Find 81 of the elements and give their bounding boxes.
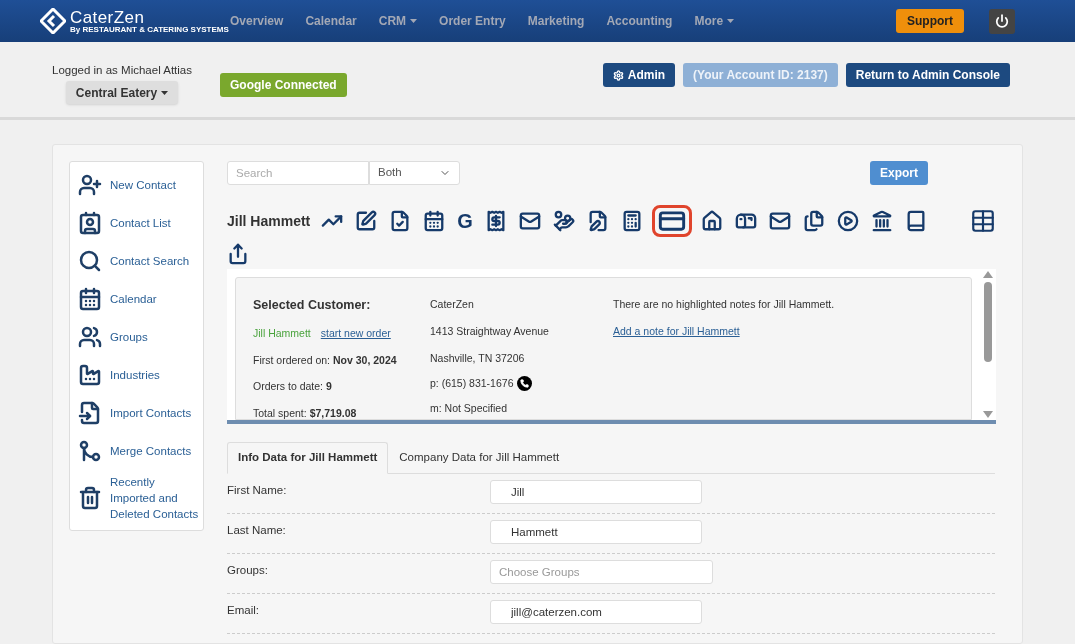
new-order-link[interactable]: start new order [320,325,391,342]
nav-link[interactable]: Calendar [305,12,357,30]
power-button[interactable] [989,8,1015,34]
logo-icon [40,8,66,34]
people-icon [78,324,102,349]
play-icon [836,210,859,232]
sidebar-item[interactable]: Calendar [78,284,199,313]
input-field[interactable]: jill@caterzen.com [490,600,702,624]
table-icon [970,208,996,234]
sidebar-item[interactable]: Recently Imported and Deleted Contacts [78,474,199,522]
field-label: Email: [227,603,260,618]
search-icon [78,248,102,273]
toolbar-button[interactable] [651,205,692,237]
brand-name: CaterZen [70,8,146,26]
share-icon [227,243,249,265]
field-label: Last Name: [227,523,287,538]
envelope-icon [518,210,541,232]
nav-link[interactable]: More [694,12,735,30]
field-label: Groups: [227,563,269,578]
sidebar-item[interactable]: Contact Search [78,246,199,275]
scrollbar-thumb[interactable] [984,282,992,362]
documents-icon [802,210,825,232]
nav-link[interactable]: Order Entry [439,12,506,30]
import-icon [78,400,102,425]
summary-stat: Total spent: $7,719.08 [253,406,358,421]
scroll-down-icon[interactable] [983,411,993,418]
scope-dropdown[interactable]: Both [369,161,460,185]
city-text: Nashville, TN 37206 [430,350,526,366]
phone-icon [517,376,533,392]
sidebar-item[interactable]: Industries [78,360,199,389]
user-plus-icon [78,172,102,197]
power-icon [995,14,1009,28]
summary-stat: Orders to date: 9 [253,379,333,395]
g-letter-button[interactable]: G [454,205,476,237]
nav-link[interactable]: CRM [378,12,418,30]
phone-text: p: (615) 831-1676 [430,375,514,391]
input-field[interactable]: Jill [490,480,702,504]
customer-name: Jill Hammett [253,325,311,341]
calendar-icon [423,210,446,232]
share-button[interactable] [227,241,249,267]
summary-stat: First ordered on: Nov 30, 2024 [253,352,398,368]
sidebar-item[interactable]: New Contact [78,170,199,199]
scroll-up-icon[interactable] [983,271,993,278]
trash-icon [78,486,102,510]
calendar-icon [78,286,102,311]
field-label: First Name: [227,483,288,498]
settings-icon [612,69,624,81]
tab[interactable]: Info Data for Jill Hammett [227,442,389,474]
contact-card-icon [78,210,102,235]
hand-coins-icon [552,210,575,232]
company-name: CaterZen [430,297,475,312]
house-icon [700,210,723,232]
search-field[interactable]: Search [227,161,369,185]
sidebar-item[interactable]: Merge Contacts [78,436,199,465]
nav-link[interactable]: Overview [230,12,284,30]
add-note-link[interactable]: Add a note for Jill Hammett [613,323,835,340]
support-button[interactable]: Support [896,9,964,33]
envelope-icon [768,210,791,232]
factory-icon [78,362,102,387]
bank-icon [870,210,893,232]
nav-link[interactable]: Marketing [527,12,585,30]
admin-button[interactable]: Admin [602,63,676,87]
sidebar-item[interactable]: Contact List [78,208,199,237]
address-text: 1413 Straightway Avenue [430,323,550,339]
summary-heading: Selected Customer: [253,297,372,314]
edit-icon [355,210,378,232]
tab[interactable]: Company Data for Jill Hammett [388,442,571,474]
caret-icon [161,90,169,95]
merge-icon [78,438,102,463]
brand-tagline: By RESTAURANT & CATERING SYSTEMS [70,25,229,34]
mobile-text: m: Not Specified [430,401,509,417]
input-field[interactable]: Choose Groups [490,560,713,584]
nav-link[interactable]: Accounting [606,12,673,30]
sidebar-item[interactable]: Groups [78,322,199,351]
contact-name: Jill Hammett [227,211,311,231]
notes-text: There are no highlighted notes for Jill Hammett. [613,297,835,312]
sidebar-item[interactable]: Import Contacts [78,398,199,427]
location-dropdown[interactable]: Central Eatery [65,81,179,105]
input-field[interactable]: Hammett [490,520,702,544]
return-admin-button[interactable]: Return to Admin Console [845,63,1010,87]
logged-in-text: Logged in as Michael Attias [52,63,192,78]
